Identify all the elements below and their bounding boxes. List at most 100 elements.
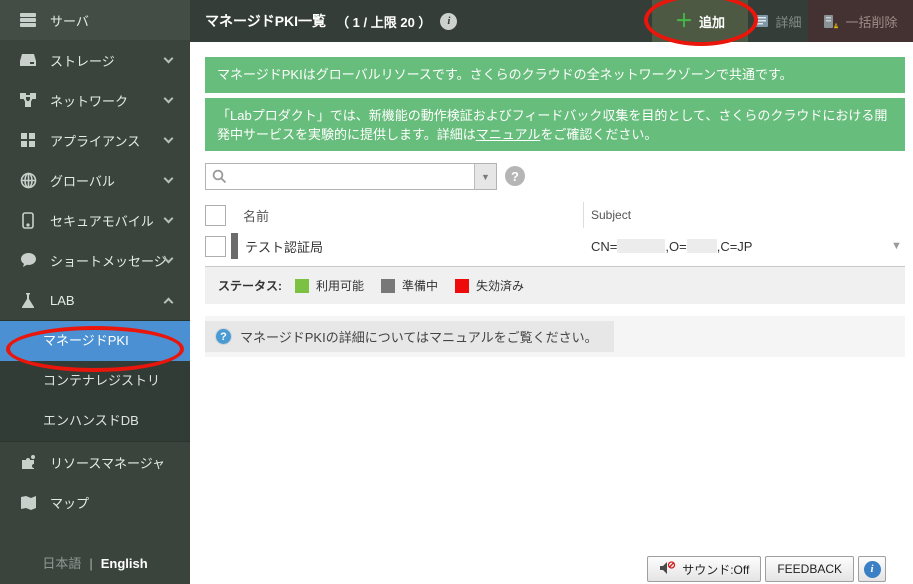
add-button[interactable]: ＋ 追加 bbox=[652, 0, 748, 42]
chevron-up-icon bbox=[164, 298, 174, 308]
info-note-text: マネージドPKIの詳細についてはマニュアルをご覧ください。 bbox=[240, 327, 598, 346]
language-english[interactable]: English bbox=[101, 556, 148, 571]
lab-banner-text-post: をご確認ください。 bbox=[540, 127, 657, 142]
sidebar-item-storage[interactable]: ストレージ bbox=[0, 40, 190, 80]
info-circle-icon: i bbox=[864, 561, 881, 578]
sidebar-item-label: グローバル bbox=[50, 171, 115, 190]
sidebar-item-network[interactable]: ネットワーク bbox=[0, 80, 190, 120]
legend-item-preparing: 準備中 bbox=[381, 277, 438, 294]
page-title: マネージドPKI一覧 bbox=[205, 11, 326, 31]
column-divider bbox=[583, 202, 584, 228]
sidebar-item-label: ショートメッセージ bbox=[50, 251, 167, 270]
flask-icon bbox=[17, 292, 39, 309]
detail-button-label: 詳細 bbox=[775, 12, 801, 31]
subject-cn-label: CN= bbox=[591, 239, 617, 254]
sidebar-item-label: サーバ bbox=[50, 11, 89, 30]
info-note-strip: ? マネージドPKIの詳細についてはマニュアルをご覧ください。 bbox=[205, 316, 905, 357]
table-row[interactable]: テスト認証局 CN=,O=,C=JP ▼ bbox=[205, 230, 905, 262]
legend-swatch-0 bbox=[295, 279, 309, 293]
help-circle-icon: ? bbox=[215, 328, 232, 345]
sound-toggle-button[interactable]: サウンド:Off bbox=[647, 556, 761, 582]
status-legend-label: ステータス: bbox=[218, 277, 282, 294]
legend-item-available: 利用可能 bbox=[295, 277, 364, 294]
subject-c-label: ,C=JP bbox=[717, 239, 753, 254]
status-indicator-bar bbox=[231, 233, 238, 259]
speech-bubble-icon bbox=[17, 252, 39, 268]
sidebar-item-label: マップ bbox=[50, 493, 89, 512]
legend-item-revoked: 失効済み bbox=[455, 277, 524, 294]
sidebar-item-label: リソースマネージャ bbox=[50, 453, 165, 472]
sidebar-item-label: アプライアンス bbox=[50, 131, 140, 150]
sidebar-item-label: ストレージ bbox=[50, 51, 115, 70]
feedback-button[interactable]: FEEDBACK bbox=[765, 556, 854, 582]
header-buttons: ＋ 追加 詳細 一括削除 bbox=[652, 0, 913, 42]
resource-count: （ 1 / 上限 20 ） bbox=[336, 12, 431, 31]
row-subject: CN=,O=,C=JP bbox=[591, 239, 752, 254]
language-switcher: 日本語|English bbox=[0, 553, 190, 572]
legend-swatch-2 bbox=[455, 279, 469, 293]
sidebar-item-secure-mobile[interactable]: セキュアモバイル bbox=[0, 200, 190, 240]
header-bar: マネージドPKI一覧 （ 1 / 上限 20 ） i ＋ 追加 詳細 一括削除 bbox=[190, 0, 913, 42]
row-name: テスト認証局 bbox=[245, 237, 323, 256]
row-checkbox[interactable] bbox=[205, 236, 226, 257]
row-expand-caret[interactable]: ▼ bbox=[891, 240, 902, 252]
sidebar-item-appliance[interactable]: アプライアンス bbox=[0, 120, 190, 160]
globe-icon bbox=[17, 172, 39, 189]
chevron-down-icon bbox=[164, 94, 174, 104]
chevron-down-icon bbox=[164, 214, 174, 224]
sidebar-item-label: LAB bbox=[50, 293, 75, 308]
legend-label-available: 利用可能 bbox=[316, 277, 364, 294]
puzzle-icon bbox=[17, 454, 39, 470]
sidebar-item-container-registry[interactable]: コンテナレジストリ bbox=[0, 361, 190, 401]
search-input[interactable] bbox=[232, 164, 470, 189]
redacted-value bbox=[617, 239, 665, 253]
manual-link[interactable]: マニュアル bbox=[476, 127, 541, 142]
sidebar-item-enhanced-db[interactable]: エンハンスドDB bbox=[0, 401, 190, 441]
feedback-button-label: FEEDBACK bbox=[777, 562, 842, 576]
sidebar: サーバ ストレージ ネットワーク アプライアンス グローバル セキュアモバイル bbox=[0, 0, 190, 584]
table-header: 名前 Subject bbox=[205, 200, 905, 230]
redacted-value bbox=[687, 239, 717, 253]
sidebar-item-server[interactable]: サーバ bbox=[0, 0, 190, 40]
status-legend: ステータス: 利用可能 準備中 失効済み bbox=[205, 266, 905, 304]
search-help-icon[interactable]: ? bbox=[505, 166, 525, 186]
footer-info-button[interactable]: i bbox=[858, 556, 886, 582]
chevron-down-icon bbox=[164, 54, 174, 64]
detail-button[interactable]: 詳細 bbox=[748, 0, 808, 42]
footer-buttons: サウンド:Off FEEDBACK i bbox=[647, 556, 886, 582]
lab-submenu: マネージドPKI コンテナレジストリ エンハンスドDB bbox=[0, 320, 190, 442]
column-header-subject: Subject bbox=[591, 208, 631, 222]
info-icon[interactable]: i bbox=[440, 13, 457, 30]
sidebar-item-short-message[interactable]: ショートメッセージ bbox=[0, 240, 190, 280]
global-resource-banner: マネージドPKIはグローバルリソースです。さくらのクラウドの全ネットワークゾーン… bbox=[205, 57, 905, 93]
select-all-checkbox[interactable] bbox=[205, 205, 226, 226]
book-icon bbox=[754, 14, 769, 28]
sound-button-label: サウンド:Off bbox=[682, 561, 749, 578]
search-filter-dropdown[interactable]: ▼ bbox=[474, 164, 496, 189]
appliance-icon bbox=[17, 132, 39, 148]
sidebar-item-label: ネットワーク bbox=[50, 91, 128, 110]
map-icon bbox=[17, 495, 39, 510]
sidebar-item-label: セキュアモバイル bbox=[50, 211, 154, 230]
bulk-delete-button-label: 一括削除 bbox=[845, 12, 897, 31]
delete-warning-icon bbox=[823, 14, 839, 29]
sidebar-item-map[interactable]: マップ bbox=[0, 482, 190, 522]
chevron-down-icon bbox=[164, 174, 174, 184]
sidebar-item-lab[interactable]: LAB bbox=[0, 280, 190, 320]
search-box: ▼ bbox=[205, 163, 497, 190]
main-content: マネージドPKIはグローバルリソースです。さくらのクラウドの全ネットワークゾーン… bbox=[190, 42, 913, 584]
storage-icon bbox=[17, 53, 39, 67]
legend-label-revoked: 失効済み bbox=[476, 277, 524, 294]
bulk-delete-button[interactable]: 一括削除 bbox=[808, 0, 913, 42]
info-note: ? マネージドPKIの詳細についてはマニュアルをご覧ください。 bbox=[205, 321, 614, 352]
add-button-label: 追加 bbox=[699, 12, 725, 31]
sidebar-item-global[interactable]: グローバル bbox=[0, 160, 190, 200]
sidebar-item-managed-pki[interactable]: マネージドPKI bbox=[0, 321, 190, 361]
plus-icon: ＋ bbox=[675, 12, 693, 30]
network-icon bbox=[17, 92, 39, 108]
global-resource-banner-text: マネージドPKIはグローバルリソースです。さくらのクラウドの全ネットワークゾーン… bbox=[217, 67, 793, 82]
sidebar-item-resource-manager[interactable]: リソースマネージャ bbox=[0, 442, 190, 482]
legend-label-preparing: 準備中 bbox=[402, 277, 438, 294]
chevron-down-icon bbox=[164, 134, 174, 144]
language-japanese[interactable]: 日本語 bbox=[42, 556, 81, 571]
